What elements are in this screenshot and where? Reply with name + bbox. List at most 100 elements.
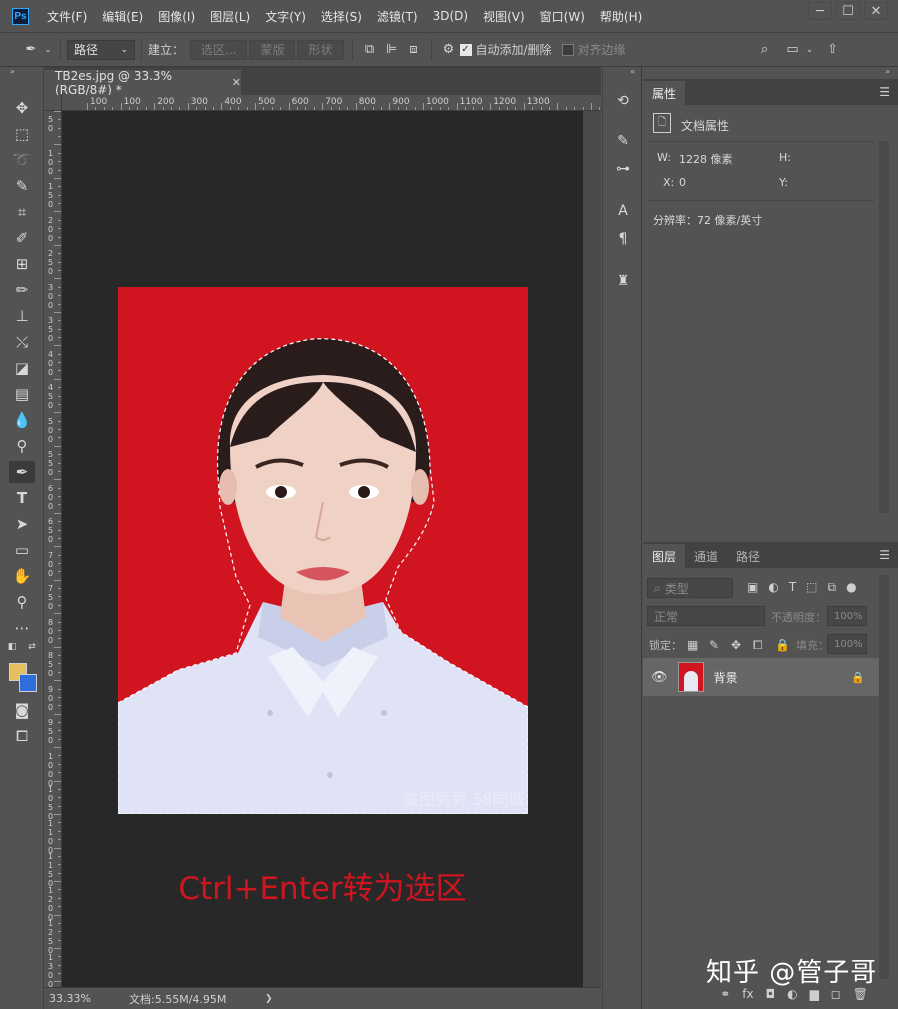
link-layers-icon[interactable]: ⚭ bbox=[720, 987, 730, 1001]
clone-stamp-tool-icon[interactable]: ⊥ bbox=[9, 305, 35, 327]
lock-all-icon[interactable]: 🔒 bbox=[775, 638, 790, 652]
collapse-icon[interactable]: » bbox=[885, 67, 890, 76]
fill-input[interactable]: 100% bbox=[827, 634, 867, 654]
path-arrangement-icon[interactable]: ⧈ bbox=[403, 40, 425, 60]
menu-window[interactable]: 窗口(W) bbox=[540, 8, 585, 25]
document-tab[interactable]: TB2es.jpg @ 33.3%(RGB/8#) * ✕ bbox=[45, 69, 241, 97]
blend-mode-select[interactable]: 正常 bbox=[647, 606, 765, 626]
close-icon[interactable]: ✕ bbox=[232, 76, 241, 89]
path-selection-tool-icon[interactable]: ➤ bbox=[9, 513, 35, 535]
layers-scrollbar[interactable] bbox=[879, 575, 889, 979]
history-brush-tool-icon[interactable]: ⤯ bbox=[9, 331, 35, 353]
libraries-icon[interactable]: ♜ bbox=[613, 271, 633, 291]
adjustment-layer-icon[interactable]: ◐ bbox=[787, 987, 797, 1001]
quick-selection-tool-icon[interactable]: ✎ bbox=[9, 175, 35, 197]
default-colors-icon[interactable]: ◧ bbox=[6, 641, 18, 653]
close-icon[interactable]: ✕ bbox=[864, 2, 888, 20]
minimize-icon[interactable]: ─ bbox=[808, 2, 832, 20]
gear-icon[interactable]: ⚙ bbox=[438, 40, 460, 60]
tab-paths[interactable]: 路径 bbox=[727, 544, 769, 568]
brush-tool-icon[interactable]: ✏ bbox=[9, 279, 35, 301]
brush-settings-icon[interactable]: ✎ bbox=[613, 131, 633, 151]
canvas-area[interactable]: 美图秀秀 58同城 Ctrl+Enter转为选区 bbox=[62, 111, 583, 987]
gradient-tool-icon[interactable]: ▤ bbox=[9, 383, 35, 405]
tab-properties[interactable]: 属性 bbox=[643, 81, 686, 105]
paragraph-panel-icon[interactable]: ¶ bbox=[613, 229, 633, 249]
trash-icon[interactable]: 🗑 bbox=[853, 987, 868, 1001]
menu-edit[interactable]: 编辑(E) bbox=[102, 8, 143, 25]
character-panel-icon[interactable]: A bbox=[613, 201, 633, 221]
menu-file[interactable]: 文件(F) bbox=[47, 8, 87, 25]
menu-view[interactable]: 视图(V) bbox=[483, 8, 525, 25]
search-icon[interactable]: ⌕ bbox=[754, 40, 776, 60]
menu-layer[interactable]: 图层(L) bbox=[210, 8, 250, 25]
crop-tool-icon[interactable]: ⌗ bbox=[9, 201, 35, 223]
lock-image-icon[interactable]: ✎ bbox=[709, 638, 719, 652]
opacity-input[interactable]: 100% bbox=[827, 606, 867, 626]
status-menu-arrow-icon[interactable]: ❯ bbox=[265, 994, 273, 1004]
make-mask-button[interactable]: 蒙版 bbox=[249, 39, 296, 60]
workspace-icon[interactable]: ▭ bbox=[782, 40, 804, 60]
tab-layers[interactable]: 图层 bbox=[643, 544, 686, 568]
adjustments-icon[interactable]: ⊶ bbox=[613, 159, 633, 179]
shape-filter-icon[interactable]: ⬚ bbox=[806, 580, 817, 595]
lock-artboard-icon[interactable]: ⧠ bbox=[753, 638, 763, 653]
align-edges-checkbox[interactable] bbox=[561, 43, 574, 56]
swap-colors-icon[interactable]: ⇄ bbox=[26, 641, 38, 653]
hand-tool-icon[interactable]: ✋ bbox=[9, 565, 35, 587]
history-panel-icon[interactable]: ⟲ bbox=[613, 91, 633, 111]
make-shape-button[interactable]: 形状 bbox=[297, 39, 344, 60]
quick-mask-icon[interactable]: ◙ bbox=[9, 699, 35, 721]
rectangle-tool-icon[interactable]: ▭ bbox=[9, 539, 35, 561]
lock-transparent-icon[interactable]: ▦ bbox=[687, 638, 698, 652]
adjustment-filter-icon[interactable]: ◐ bbox=[768, 580, 778, 595]
add-mask-icon[interactable]: ◘ bbox=[766, 987, 776, 1001]
pen-tool-icon[interactable]: ✒ bbox=[9, 461, 35, 483]
blur-tool-icon[interactable]: 💧 bbox=[9, 409, 35, 431]
zoom-tool-icon[interactable]: ⚲ bbox=[9, 591, 35, 613]
properties-scrollbar[interactable] bbox=[879, 141, 889, 513]
menu-filter[interactable]: 滤镜(T) bbox=[377, 8, 418, 25]
lock-position-icon[interactable]: ✥ bbox=[731, 638, 741, 652]
group-folder-icon[interactable]: ▆ bbox=[810, 987, 819, 1001]
screen-mode-icon[interactable]: ⧠ bbox=[9, 725, 35, 747]
zoom-level[interactable]: 33.33% bbox=[49, 992, 129, 1005]
auto-add-delete-checkbox[interactable]: ✓ bbox=[459, 43, 472, 56]
pen-mode-select[interactable]: 路径 ⌄ bbox=[67, 39, 135, 60]
marquee-tool-icon[interactable]: ⬚ bbox=[9, 123, 35, 145]
more-tools-icon[interactable]: ⋯ bbox=[9, 617, 35, 639]
layer-kind-filter[interactable]: ⌕ 类型 bbox=[647, 578, 733, 598]
path-operations-icon[interactable]: ⧉ bbox=[359, 40, 381, 60]
menu-type[interactable]: 文字(Y) bbox=[265, 8, 306, 25]
type-tool-icon[interactable]: T bbox=[9, 487, 35, 509]
type-filter-icon[interactable]: T bbox=[789, 580, 796, 595]
chevron-down-icon[interactable]: ⌄ bbox=[42, 40, 54, 60]
make-selection-button[interactable]: 选区... bbox=[190, 39, 248, 60]
chevron-down-icon[interactable]: ⌄ bbox=[804, 40, 816, 60]
layer-row-background[interactable]: 👁 背景 🔒 bbox=[643, 658, 879, 696]
collapse-icon[interactable]: » bbox=[0, 67, 43, 79]
menu-help[interactable]: 帮助(H) bbox=[600, 8, 642, 25]
new-layer-icon[interactable]: ◻ bbox=[831, 987, 841, 1001]
eraser-tool-icon[interactable]: ◪ bbox=[9, 357, 35, 379]
filter-toggle-icon[interactable]: ● bbox=[846, 580, 856, 595]
maximize-icon[interactable]: ☐ bbox=[836, 2, 860, 20]
menu-image[interactable]: 图像(I) bbox=[158, 8, 195, 25]
tab-channels[interactable]: 通道 bbox=[685, 544, 727, 568]
eye-icon[interactable]: 👁 bbox=[651, 670, 668, 685]
fx-icon[interactable]: fx bbox=[742, 987, 753, 1001]
menu-3d[interactable]: 3D(D) bbox=[433, 9, 468, 23]
collapse-icon[interactable]: « bbox=[630, 67, 635, 76]
share-icon[interactable]: ⇧ bbox=[822, 40, 844, 60]
panel-menu-icon[interactable]: ☰ bbox=[879, 85, 890, 99]
eyedropper-tool-icon[interactable]: ✐ bbox=[9, 227, 35, 249]
vertical-scrollbar[interactable] bbox=[583, 111, 601, 987]
pixel-filter-icon[interactable]: ▣ bbox=[747, 580, 758, 595]
smart-object-filter-icon[interactable]: ⧉ bbox=[828, 580, 837, 595]
panel-menu-icon[interactable]: ☰ bbox=[879, 548, 890, 562]
background-color-swatch[interactable] bbox=[19, 674, 37, 692]
dodge-tool-icon[interactable]: ⚲ bbox=[9, 435, 35, 457]
move-tool-icon[interactable]: ✥ bbox=[9, 97, 35, 119]
menu-select[interactable]: 选择(S) bbox=[321, 8, 362, 25]
pen-tool-preset-icon[interactable]: ✒ bbox=[20, 40, 42, 60]
